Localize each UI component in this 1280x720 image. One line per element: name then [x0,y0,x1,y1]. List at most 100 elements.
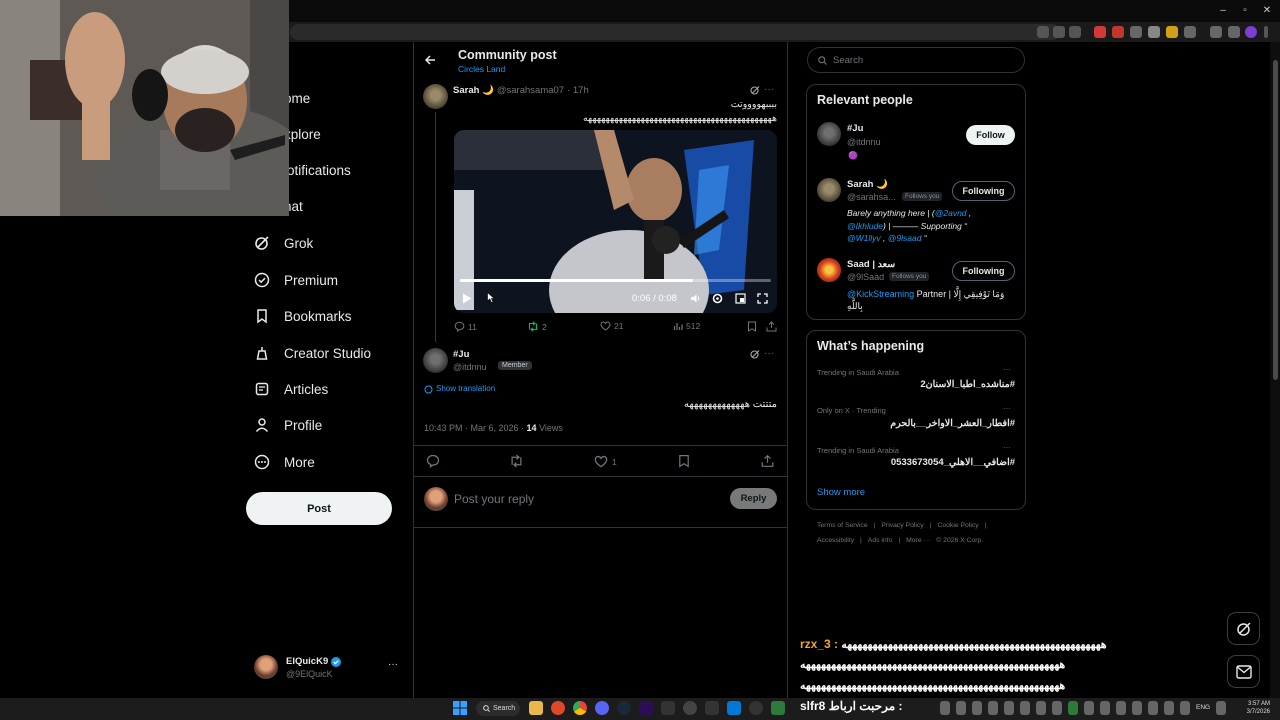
bio-mention-link[interactable]: @W1llyv [847,233,881,243]
trend-more-icon[interactable]: ··· [1003,443,1011,452]
nav-more[interactable]: More [254,444,315,480]
community-link[interactable]: Circles Land [458,64,505,74]
person-handle[interactable]: @9lSaad [847,272,884,282]
pip-icon[interactable] [735,293,746,304]
tray-icon[interactable] [956,701,966,715]
repost-icon[interactable] [509,454,524,468]
following-button[interactable]: Following [952,261,1015,281]
extension-icon[interactable] [1148,26,1160,38]
footer-link-privacy[interactable]: Privacy Policy [881,522,923,529]
obs-icon[interactable] [683,701,697,715]
reply-icon[interactable] [426,454,440,468]
tray-icon[interactable] [1148,701,1158,715]
tray-icon[interactable] [1084,701,1094,715]
file-explorer-icon[interactable] [529,701,543,715]
tray-icon[interactable] [940,701,950,715]
extension-icon[interactable] [1130,26,1142,38]
app-icon[interactable] [705,701,719,715]
windows-start-icon[interactable] [453,701,467,715]
grok-icon[interactable] [750,85,760,95]
tab-search-icon[interactable] [1228,26,1240,38]
cast-icon[interactable] [1053,26,1065,38]
trend-topic[interactable]: #اضافي__الاهلي_0533673054 [817,457,1015,468]
app-icon[interactable] [771,701,785,715]
puzzle-icon[interactable] [1184,26,1196,38]
account-menu-icon[interactable]: ··· [388,659,398,670]
reply-like-action[interactable]: 1 [594,455,617,468]
settings-gear-icon[interactable] [712,293,723,304]
minimize-button[interactable]: – [1216,4,1230,18]
nav-creator-studio[interactable]: Creator Studio [254,335,371,371]
tray-icon[interactable] [1068,701,1078,715]
like-action[interactable]: 21 [600,321,623,331]
trend-topic[interactable]: #مناشده_اطبا_الاسنان2 [817,379,1015,390]
reply-handle[interactable]: @itdnnu [453,362,487,372]
person-name[interactable]: Saad | سعد [847,259,895,270]
bio-mention-link[interactable]: @Ikhlude [847,221,883,231]
follow-button[interactable]: Follow [966,125,1015,145]
nav-premium[interactable]: Premium [254,262,338,298]
grok-icon[interactable] [750,349,760,359]
nav-bookmarks[interactable]: Bookmarks [254,298,352,334]
reply-input[interactable]: Post your reply [454,492,534,506]
footer-link-terms[interactable]: Terms of Service [817,522,868,529]
reply-more-icon[interactable]: ··· [764,348,774,359]
fullscreen-icon[interactable] [757,293,768,304]
avatar[interactable] [817,178,841,202]
trend-topic[interactable]: #افطار_العشر_الاواخر__بالحرم [817,418,1015,429]
share-icon[interactable] [766,321,777,332]
share-icon[interactable] [761,454,774,468]
tray-icon[interactable] [972,701,982,715]
zoom-icon[interactable] [1037,26,1049,38]
tray-icon[interactable] [1180,701,1190,715]
tray-icon[interactable] [1164,701,1174,715]
following-button[interactable]: Following [952,181,1015,201]
extension-icon[interactable] [1094,26,1106,38]
person-name[interactable]: Sarah 🌙 [847,179,888,190]
trend-more-icon[interactable]: ··· [1003,404,1011,413]
post-author[interactable]: Sarah 🌙 [453,85,494,96]
trend-more-icon[interactable]: ··· [1003,365,1011,374]
taskbar-search[interactable]: Search [476,701,520,716]
extension-icon[interactable] [1166,26,1178,38]
video-progress-track[interactable] [460,279,771,282]
tray-icon[interactable] [1100,701,1110,715]
post-button[interactable]: Post [246,492,392,525]
volume-icon[interactable] [690,293,701,304]
reply-author[interactable]: #Ju [453,349,469,360]
vscode-icon[interactable] [727,701,741,715]
avatar[interactable] [423,348,448,373]
tray-icon[interactable] [988,701,998,715]
app-icon[interactable] [661,701,675,715]
post-handle[interactable]: @sarahsama07 [497,85,564,96]
nav-articles[interactable]: Articles [254,371,328,407]
bookmark-icon[interactable] [747,321,757,332]
views-action[interactable]: 512 [673,321,700,331]
premiere-icon[interactable] [639,701,653,715]
reply-action[interactable]: 11 [454,321,477,332]
address-bar[interactable] [290,24,1060,40]
video-player[interactable]: 0:06 / 0:08 [454,130,777,313]
tray-icon[interactable] [1004,701,1014,715]
profile-avatar-icon[interactable] [1245,26,1257,38]
nav-profile[interactable]: Profile [254,407,322,443]
discord-icon[interactable] [595,701,609,715]
messages-float-button[interactable] [1227,655,1260,688]
show-translation-link[interactable]: Show translation [436,384,495,393]
person-name[interactable]: #Ju [847,123,863,134]
nav-grok[interactable]: Grok [254,225,313,261]
tray-icon[interactable] [1052,701,1062,715]
account-switcher[interactable]: ElQuicK9 @9ElQuicK ··· [254,654,404,684]
extension-icon[interactable] [1112,26,1124,38]
maximize-button[interactable]: ▫ [1238,4,1252,18]
app-icon[interactable] [749,701,763,715]
scrollbar-thumb[interactable] [1273,60,1278,380]
back-arrow-icon[interactable] [424,54,436,66]
network-icon[interactable] [1216,701,1226,715]
avatar[interactable] [817,258,841,282]
play-icon[interactable] [462,293,472,304]
repost-action[interactable]: 2 [527,321,547,332]
close-window-button[interactable]: ✕ [1260,4,1274,18]
tray-icon[interactable] [1132,701,1142,715]
browser-menu-icon[interactable] [1264,26,1268,38]
